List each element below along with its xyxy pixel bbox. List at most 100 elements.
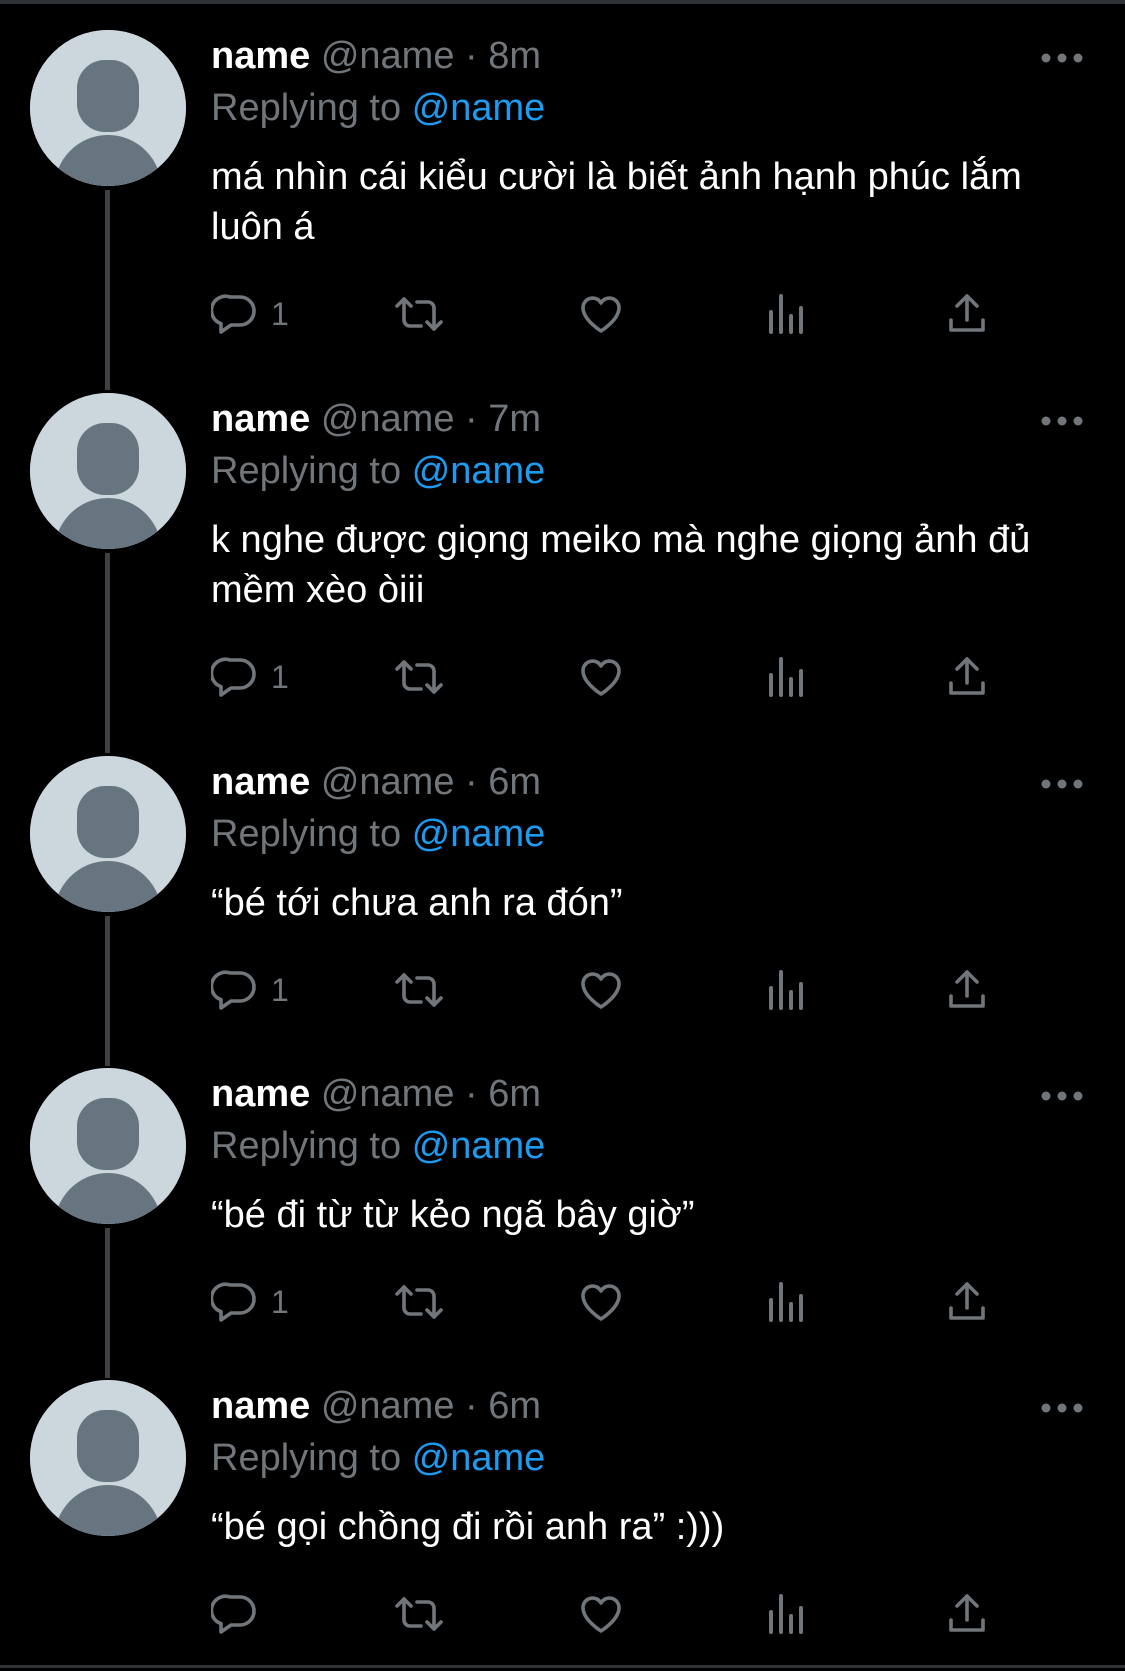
analytics-bars-icon (769, 657, 803, 697)
avatar[interactable] (30, 30, 186, 186)
more-horizontal-icon[interactable] (1038, 774, 1086, 794)
action-bar (211, 1584, 1031, 1644)
display-name[interactable]: name (211, 1385, 310, 1427)
retweet-button[interactable] (391, 1272, 447, 1332)
retweet-button[interactable] (391, 960, 447, 1020)
avatar[interactable] (30, 1380, 186, 1536)
timestamp[interactable]: 6m (488, 1385, 541, 1427)
views-button[interactable] (763, 1272, 811, 1332)
user-handle[interactable]: @name (321, 1073, 455, 1115)
user-handle[interactable]: @name (321, 398, 455, 440)
retweet-button[interactable] (391, 284, 447, 344)
analytics-bars-icon (769, 1282, 803, 1322)
retweet-icon (395, 660, 443, 694)
replying-to: Replying to @name (211, 445, 545, 497)
timestamp[interactable]: 8m (488, 35, 541, 77)
display-name[interactable]: name (211, 35, 310, 77)
like-button[interactable] (577, 647, 625, 707)
tweet-text: “bé tới chưa anh ra đón” (211, 882, 623, 924)
reply-bubble-icon (211, 294, 256, 334)
reply-button[interactable]: 1 (211, 284, 289, 344)
user-handle[interactable]: @name (321, 1385, 455, 1427)
mention-link[interactable]: @name (412, 1437, 546, 1479)
timestamp[interactable]: 6m (488, 1073, 541, 1115)
mention-link[interactable]: @name (412, 1125, 546, 1167)
avatar[interactable] (30, 1068, 186, 1224)
action-bar: 1 (211, 284, 1031, 344)
heart-icon (581, 972, 621, 1009)
display-name[interactable]: name (211, 761, 310, 803)
share-button[interactable] (943, 284, 991, 344)
reply-bubble-icon (211, 1594, 256, 1634)
heart-icon (581, 296, 621, 333)
tweet-text: “bé gọi chồng đi rồi anh ra” :))) (211, 1506, 725, 1548)
retweet-icon (395, 1597, 443, 1631)
views-button[interactable] (763, 1584, 811, 1644)
mention-link[interactable]: @name (412, 87, 546, 129)
reply-bubble-icon (211, 970, 256, 1010)
heart-icon (581, 659, 621, 696)
bottom-divider (0, 1665, 1125, 1668)
views-button[interactable] (763, 284, 811, 344)
like-button[interactable] (577, 1584, 625, 1644)
reply-button[interactable]: 1 (211, 1272, 289, 1332)
more-horizontal-icon[interactable] (1038, 48, 1086, 68)
reply-button[interactable]: 1 (211, 960, 289, 1020)
views-button[interactable] (763, 647, 811, 707)
views-button[interactable] (763, 960, 811, 1020)
share-button[interactable] (943, 960, 991, 1020)
separator: · (465, 1073, 478, 1115)
more-horizontal-icon[interactable] (1038, 1398, 1086, 1418)
reply-count: 1 (271, 658, 289, 695)
retweet-icon (395, 1285, 443, 1319)
heart-icon (581, 1284, 621, 1321)
default-profile-icon (30, 1068, 186, 1224)
retweet-button[interactable] (391, 647, 447, 707)
share-button[interactable] (943, 1584, 991, 1644)
tweet-text: “bé đi từ từ kẻo ngã bây giờ” (211, 1194, 695, 1236)
replying-prefix: Replying to (211, 1125, 402, 1167)
analytics-bars-icon (769, 1594, 803, 1634)
user-handle[interactable]: @name (321, 35, 455, 77)
display-name[interactable]: name (211, 1073, 310, 1115)
timestamp[interactable]: 6m (488, 761, 541, 803)
reply-bubble-icon (211, 1282, 256, 1322)
thread-line (105, 190, 110, 390)
tweet-header: name @name · 6m (211, 1380, 541, 1432)
separator: · (465, 761, 478, 803)
default-profile-icon (30, 1380, 186, 1536)
user-handle[interactable]: @name (321, 761, 455, 803)
timestamp[interactable]: 7m (488, 398, 541, 440)
share-upload-icon (949, 294, 985, 332)
share-button[interactable] (943, 647, 991, 707)
default-profile-icon (30, 756, 186, 912)
reply-button[interactable] (211, 1584, 271, 1644)
replying-to: Replying to @name (211, 808, 545, 860)
like-button[interactable] (577, 960, 625, 1020)
analytics-bars-icon (769, 970, 803, 1010)
separator: · (465, 35, 478, 77)
analytics-bars-icon (769, 294, 803, 334)
more-horizontal-icon[interactable] (1038, 1086, 1086, 1106)
tweet-header: name @name · 6m (211, 756, 541, 808)
thread-line (105, 553, 110, 753)
like-button[interactable] (577, 1272, 625, 1332)
like-button[interactable] (577, 284, 625, 344)
avatar[interactable] (30, 756, 186, 912)
avatar[interactable] (30, 393, 186, 549)
mention-link[interactable]: @name (412, 450, 546, 492)
retweet-icon (395, 297, 443, 331)
display-name[interactable]: name (211, 398, 310, 440)
mention-link[interactable]: @name (412, 813, 546, 855)
reply-button[interactable]: 1 (211, 647, 289, 707)
action-bar: 1 (211, 960, 1031, 1020)
retweet-button[interactable] (391, 1584, 447, 1644)
default-profile-icon (30, 30, 186, 186)
retweet-icon (395, 973, 443, 1007)
share-upload-icon (949, 970, 985, 1008)
separator: · (465, 398, 478, 440)
share-button[interactable] (943, 1272, 991, 1332)
reply-bubble-icon (211, 657, 256, 697)
more-horizontal-icon[interactable] (1038, 411, 1086, 431)
tweet-header: name @name · 8m (211, 30, 541, 82)
